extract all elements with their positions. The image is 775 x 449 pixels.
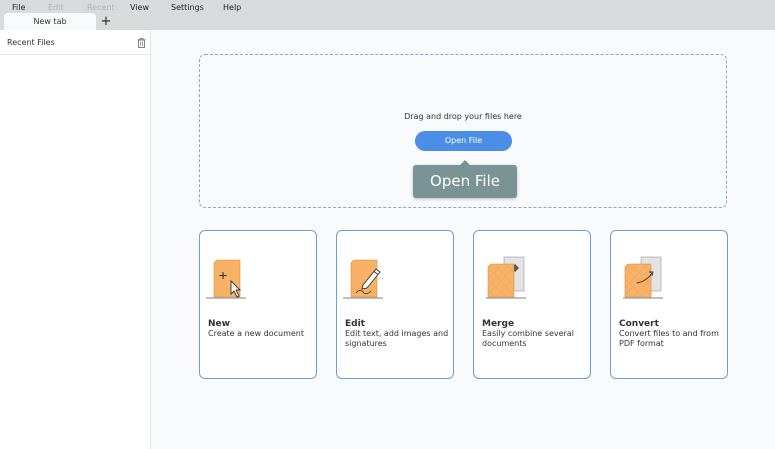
convert-document-card[interactable]: Convert Convert files to and from PDF fo… (610, 230, 728, 379)
card-description: Create a new document (208, 329, 305, 338)
card-title: Merge (482, 319, 515, 329)
tooltip-text: Open File (430, 172, 500, 190)
new-document-card[interactable]: New Create a new document (199, 230, 317, 379)
card-title: Edit (345, 319, 365, 329)
card-description: Convert files to and from PDF format (619, 329, 719, 348)
open-file-button[interactable]: Open File (415, 131, 512, 151)
sidebar-divider (0, 54, 151, 55)
drop-instruction: Drag and drop your files here (404, 112, 522, 121)
menu-file[interactable]: File (12, 3, 25, 12)
tab-label: New tab (33, 17, 67, 26)
tab-new-tab[interactable]: New tab (4, 13, 96, 30)
file-drop-zone[interactable]: Drag and drop your files here Open File … (199, 54, 727, 208)
merge-documents-icon (486, 256, 526, 299)
card-description: Easily combine several documents (482, 329, 574, 348)
menu-recent[interactable]: Recent (87, 3, 115, 12)
trash-icon[interactable] (137, 38, 146, 48)
recent-files-sidebar: Recent Files (0, 30, 151, 449)
menu-view[interactable]: View (130, 3, 149, 12)
card-title: New (208, 319, 230, 329)
card-description: Edit text, add images and signatures (345, 329, 449, 348)
menu-edit[interactable]: Edit (48, 3, 64, 12)
menu-bar: File Edit Recent View Settings Help New … (0, 0, 775, 30)
merge-documents-card[interactable]: Merge Easily combine several documents (473, 230, 591, 379)
edit-document-icon (343, 259, 383, 299)
convert-document-icon (623, 256, 663, 299)
menu-settings[interactable]: Settings (171, 3, 204, 12)
menu-help[interactable]: Help (223, 3, 241, 12)
tooltip-arrow (460, 160, 470, 165)
open-file-tooltip: Open File (413, 160, 517, 198)
edit-document-card[interactable]: Edit Edit text, add images and signature… (336, 230, 454, 379)
new-document-icon (206, 259, 246, 299)
sidebar-title: Recent Files (7, 38, 55, 47)
add-tab-button[interactable]: + (99, 13, 113, 30)
card-title: Convert (619, 319, 659, 329)
